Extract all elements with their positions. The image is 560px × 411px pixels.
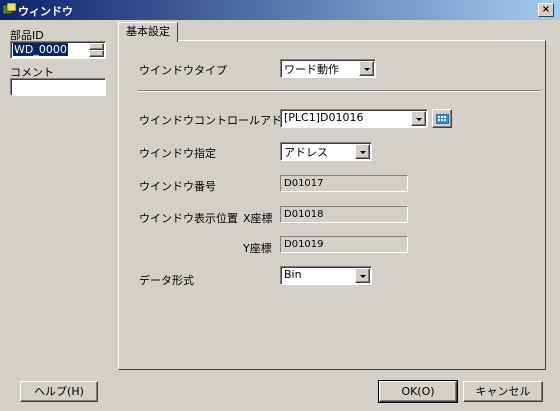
cancel-button[interactable]: キャンセル — [463, 381, 543, 402]
spin-down-button[interactable] — [89, 50, 104, 57]
display-pos-label: ウインドウ表示位置 — [139, 212, 238, 225]
window-number-field: D01017 — [280, 175, 408, 192]
close-button[interactable]: × — [538, 3, 554, 17]
title-bar — [0, 0, 560, 20]
window-spec-label: ウインドウ指定 — [139, 147, 216, 160]
separator — [138, 90, 541, 92]
y-coordinate-field: D01019 — [280, 236, 408, 253]
chevron-down-icon[interactable] — [355, 268, 370, 283]
part-id-value: WD_0000 — [13, 43, 68, 56]
comment-input[interactable] — [10, 78, 106, 96]
tab-basic-settings[interactable]: 基本設定 — [118, 22, 178, 42]
help-button[interactable]: ヘルプ(H) — [20, 381, 98, 402]
ok-button[interactable]: OK(O) — [378, 380, 458, 403]
control-address-select[interactable]: [PLC1]D01016 — [280, 109, 428, 128]
spin-up-button[interactable] — [89, 43, 104, 50]
window-number-label: ウインドウ番号 — [139, 180, 216, 193]
keypad-icon — [436, 114, 449, 124]
chevron-down-icon[interactable] — [359, 61, 374, 76]
window-type-label: ウインドウタイプ — [139, 64, 227, 77]
chevron-down-icon[interactable] — [355, 144, 370, 159]
chevron-down-icon[interactable] — [411, 111, 426, 126]
data-format-select[interactable]: Bin — [280, 266, 372, 285]
window-spec-select[interactable]: アドレス — [280, 142, 372, 161]
window-title: ウィンドウ — [18, 5, 73, 18]
part-id-field[interactable]: WD_0000 — [10, 41, 106, 59]
window-app-icon — [3, 3, 16, 15]
x-coordinate-label: X座標 — [243, 212, 273, 225]
x-coordinate-field: D01018 — [280, 206, 408, 223]
y-coordinate-label: Y座標 — [243, 242, 272, 255]
data-format-label: データ形式 — [139, 274, 194, 287]
keypad-button[interactable] — [432, 109, 452, 128]
window-type-select[interactable]: ワード動作 — [280, 59, 376, 78]
